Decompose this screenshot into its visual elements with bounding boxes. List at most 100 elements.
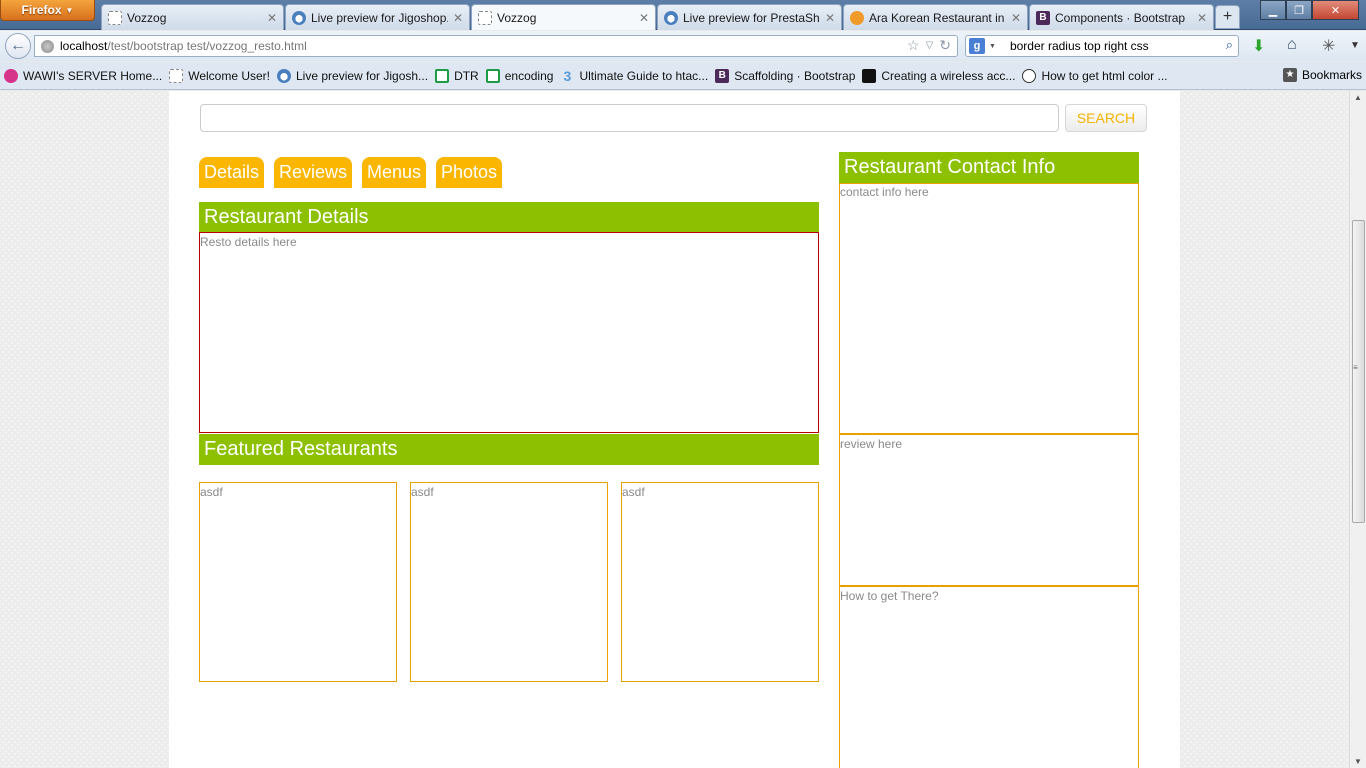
bookmark-label: Live preview for Jigosh... (296, 68, 429, 83)
tab-reviews[interactable]: Reviews (274, 157, 352, 188)
globe-icon (41, 39, 54, 53)
close-icon[interactable]: ✕ (639, 11, 649, 25)
google-icon[interactable]: g (969, 38, 985, 54)
maximize-icon[interactable]: ❐ (1286, 0, 1312, 20)
restaurant-details-text: Resto details here (200, 235, 297, 249)
bookmark-label: Creating a wireless acc... (881, 68, 1016, 83)
url-bar[interactable]: localhost /test/bootstrap test/vozzog_re… (34, 35, 958, 57)
scroll-up-icon[interactable]: ▲ (1354, 93, 1362, 102)
new-tab-button[interactable]: + (1215, 5, 1240, 29)
reload-icon[interactable]: ↻ (939, 37, 951, 55)
wawi-icon (4, 68, 18, 83)
window-close-icon[interactable]: ✕ (1312, 0, 1359, 20)
bookmark-label: DTR (454, 68, 479, 83)
back-arrow-icon[interactable]: ← (5, 33, 31, 59)
featured-card-text: asdf (622, 485, 645, 499)
browser-tab-vozzog-active[interactable]: Vozzog ✕ (471, 4, 656, 30)
download-icon[interactable]: ⬇ (1252, 36, 1265, 56)
bookmark-item[interactable]: WAWI's SERVER Home... (4, 68, 163, 83)
contact-info-header: Restaurant Contact Info (839, 152, 1139, 183)
browser-tab-prestashop[interactable]: Live preview for PrestaSh... ✕ (657, 4, 842, 30)
scroll-grip-icon: ≡ (1353, 363, 1358, 372)
tab-title: Components · Bootstrap (1055, 10, 1186, 25)
search-query: border radius top right css (1009, 39, 1149, 53)
directions-panel (839, 586, 1139, 768)
bookmark-item[interactable]: Creating a wireless acc... (862, 68, 1016, 83)
tab-title: Live preview for Jigoshop... (311, 10, 448, 25)
bookmark-star-icon[interactable]: ☆ (907, 37, 920, 55)
featured-restaurant-card (621, 482, 819, 682)
bookmark-label: Welcome User! (188, 68, 270, 83)
firefox-menu-button[interactable]: Firefox ▼ (0, 0, 95, 21)
tab-title: Ara Korean Restaurant in ... (869, 10, 1006, 25)
bookmark-item[interactable]: Live preview for Jigosh... (277, 68, 429, 83)
browser-navigation-bar: ← localhost /test/bootstrap test/vozzog_… (0, 31, 1366, 61)
bookmark-label: encoding (504, 68, 554, 83)
bookmark-item[interactable]: encoding (485, 68, 554, 83)
sheet-icon (435, 68, 450, 83)
restaurant-details-header: Restaurant Details (199, 202, 819, 233)
close-icon[interactable]: ✕ (267, 11, 277, 25)
firefox-menu-label: Firefox (21, 3, 62, 17)
search-button[interactable]: SEARCH (1065, 104, 1147, 132)
featured-restaurant-card (199, 482, 397, 682)
window-controls: ▁ ❐ ✕ (1260, 0, 1366, 20)
contact-info-text: contact info here (840, 185, 929, 199)
jigoshop-icon (277, 68, 291, 83)
vertical-scrollbar[interactable]: ▲ ≡ ▼ (1349, 91, 1366, 768)
review-text: review here (840, 437, 903, 451)
tab-details[interactable]: Details (199, 157, 264, 188)
bookmark-item[interactable]: 3 Ultimate Guide to htac... (560, 68, 709, 83)
addon-icon[interactable]: ✳ (1322, 36, 1335, 56)
bookmark-item[interactable]: Welcome User! (169, 68, 270, 83)
browser-tab-strip: Firefox ▼ Vozzog ✕ Live preview for Jigo… (0, 0, 1366, 30)
bookmark-label: Ultimate Guide to htac... (579, 68, 709, 83)
close-icon[interactable]: ✕ (453, 11, 463, 25)
tab-title: Vozzog (127, 10, 167, 25)
bookmark-item[interactable]: DTR (435, 68, 479, 83)
browser-tab-bootstrap[interactable]: B Components · Bootstrap ✕ (1029, 4, 1214, 30)
close-icon[interactable]: ✕ (825, 11, 835, 25)
web-search-bar[interactable]: g ▼ border radius top right css ⌕ (965, 35, 1239, 57)
page-icon (108, 10, 122, 25)
chevron-down-icon: ▼ (65, 5, 74, 15)
url-host: localhost (60, 39, 108, 53)
scroll-down-icon[interactable]: ▼ (1354, 757, 1362, 766)
home-icon[interactable]: ⌂ (1287, 36, 1297, 54)
search-engine-dropdown-icon[interactable]: ▼ (989, 43, 996, 50)
featured-restaurant-card (410, 482, 608, 682)
bookmark-item[interactable]: How to get html color ... (1022, 68, 1168, 83)
browser-tab-ara-korean[interactable]: Ara Korean Restaurant in ... ✕ (843, 4, 1028, 30)
restaurant-search-input[interactable] (200, 104, 1059, 132)
close-icon[interactable]: ✕ (1011, 11, 1021, 25)
bootstrap-icon: B (1036, 10, 1050, 25)
sheet-icon (485, 68, 500, 83)
page-icon (478, 10, 492, 25)
tab-photos[interactable]: Photos (436, 157, 502, 188)
featured-restaurants-header: Featured Restaurants (199, 434, 819, 465)
featured-card-text: asdf (411, 485, 434, 499)
chevron-down-icon[interactable]: ▼ (1350, 40, 1360, 51)
tab-title: Vozzog (497, 10, 537, 25)
browser-tab-vozzog-1[interactable]: Vozzog ✕ (101, 4, 284, 30)
tab-title: Live preview for PrestaSh... (683, 10, 820, 25)
jigoshop-icon (664, 10, 678, 25)
page-icon (169, 68, 184, 83)
bookmark-item[interactable]: B Scaffolding · Bootstrap (715, 68, 856, 83)
page-viewport: SEARCH Details Reviews Menus Photos Rest… (0, 91, 1349, 768)
bookmark-label: How to get html color ... (1041, 68, 1168, 83)
tab-menus[interactable]: Menus (362, 157, 426, 188)
browser-tab-jigoshop[interactable]: Live preview for Jigoshop... ✕ (285, 4, 470, 30)
magnifier-icon[interactable]: ⌕ (1226, 37, 1233, 53)
bootstrap-icon: B (715, 68, 730, 83)
close-icon[interactable]: ✕ (1197, 11, 1207, 25)
history-dropdown-icon[interactable]: ▽ (926, 37, 934, 55)
review-panel (839, 434, 1139, 586)
url-tools: ☆ ▽ ↻ (907, 37, 951, 55)
ara-icon (850, 10, 864, 25)
bookmarks-menu-label: Bookmarks (1301, 68, 1362, 82)
bookmark-label: WAWI's SERVER Home... (23, 68, 163, 83)
bookmark-label: Scaffolding · Bootstrap (734, 68, 856, 83)
bookmarks-menu-button[interactable]: ★ Bookmarks (1282, 68, 1362, 82)
minimize-icon[interactable]: ▁ (1260, 0, 1286, 20)
